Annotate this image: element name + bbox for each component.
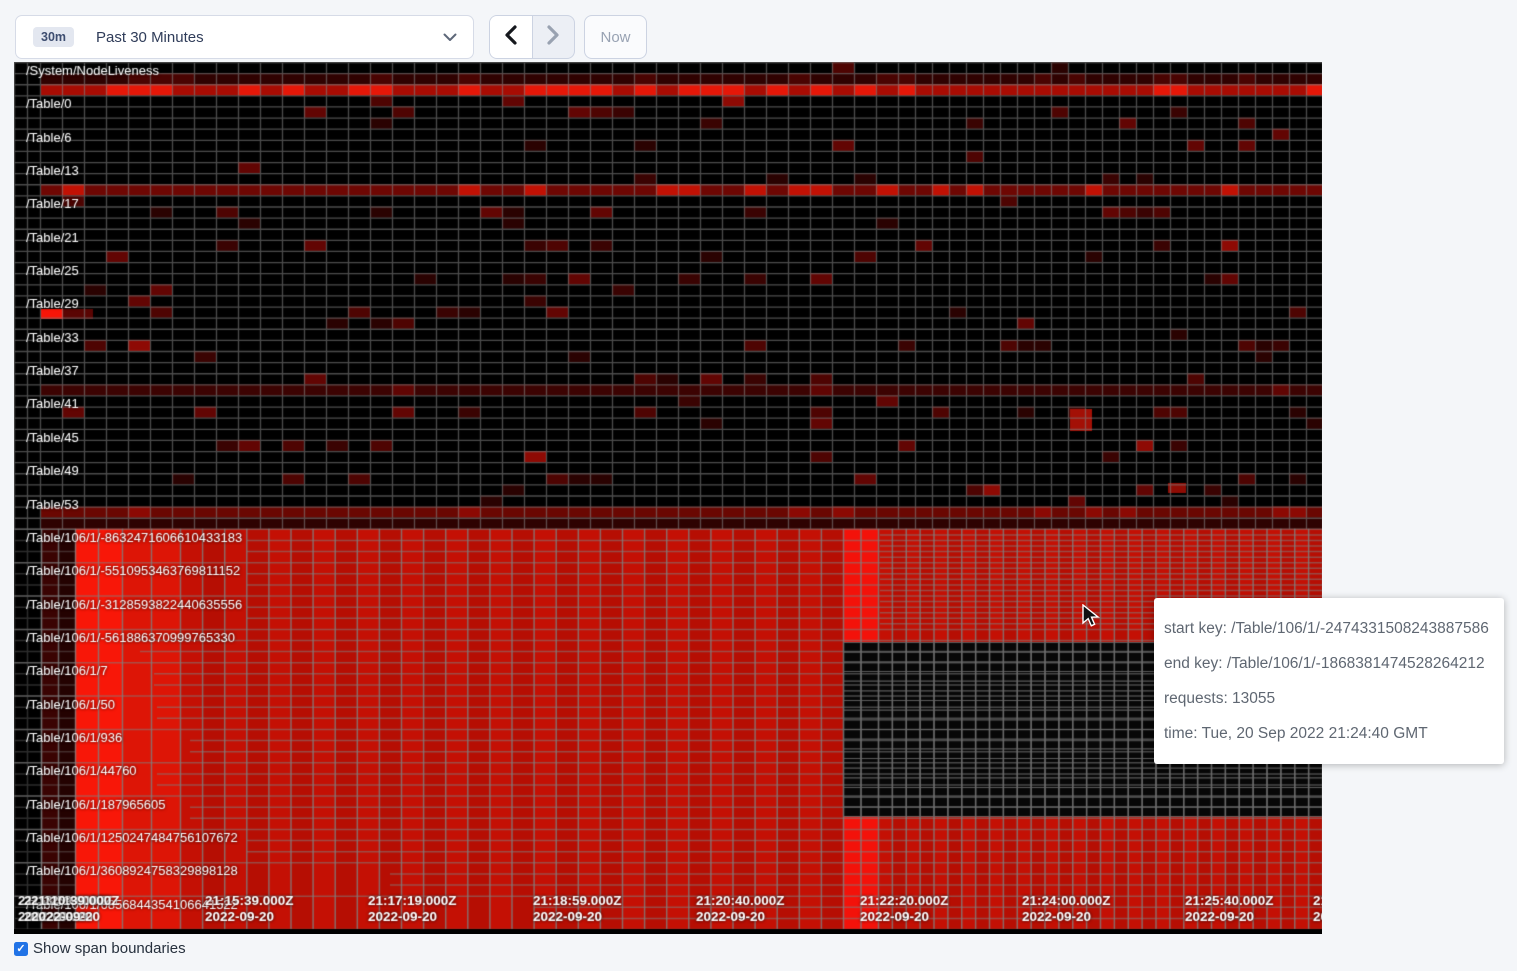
next-time-button[interactable] xyxy=(533,16,575,58)
time-range-label: Past 30 Minutes xyxy=(96,29,204,46)
chevron-down-icon xyxy=(443,33,457,42)
footer-controls: ✓ Show span boundaries xyxy=(14,940,186,957)
chevron-right-icon xyxy=(547,25,560,50)
span-boundaries-checkbox[interactable]: ✓ xyxy=(14,942,28,956)
span-boundaries-label: Show span boundaries xyxy=(33,940,186,957)
time-nav-group xyxy=(489,15,575,59)
mouse-cursor-icon xyxy=(1082,604,1104,633)
cell-tooltip: start key: /Table/106/1/-247433150824388… xyxy=(1154,598,1504,764)
keyviz-canvas[interactable] xyxy=(14,62,1322,934)
time-range-badge: 30m xyxy=(33,27,74,48)
tooltip-end-key: end key: /Table/106/1/-18683814745282642… xyxy=(1164,646,1494,681)
tooltip-start-key: start key: /Table/106/1/-247433150824388… xyxy=(1164,611,1494,646)
chevron-left-icon xyxy=(504,25,517,50)
time-range-select[interactable]: 30m Past 30 Minutes xyxy=(15,15,474,59)
prev-time-button[interactable] xyxy=(490,16,533,58)
now-button[interactable]: Now xyxy=(584,15,647,59)
tooltip-requests: requests: 13055 xyxy=(1164,681,1494,716)
tooltip-time: time: Tue, 20 Sep 2022 21:24:40 GMT xyxy=(1164,716,1494,751)
